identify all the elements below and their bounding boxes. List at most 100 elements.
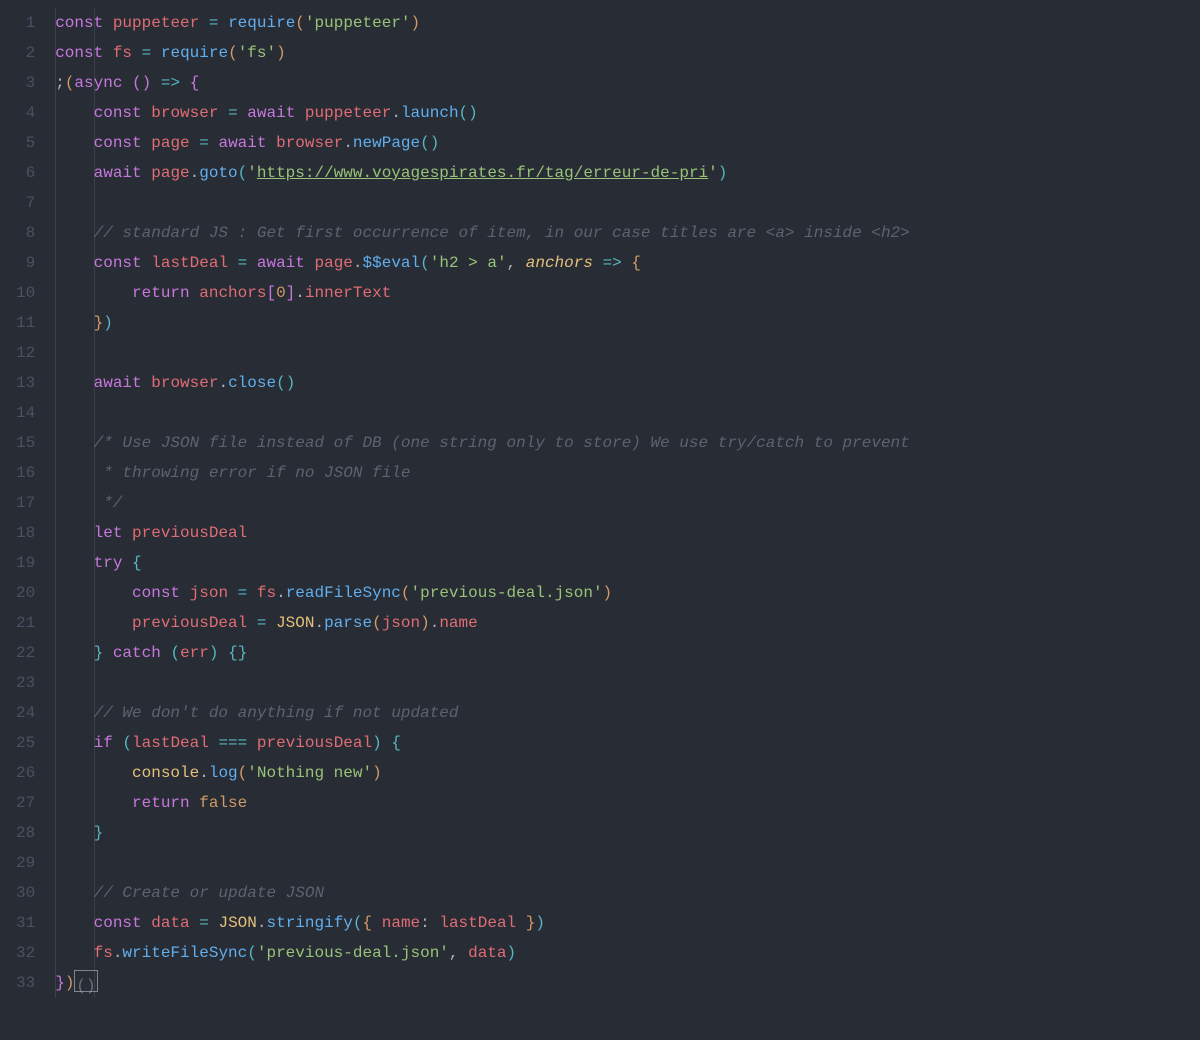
code-line[interactable]: console.log('Nothing new') — [55, 758, 1200, 788]
code-line[interactable]: previousDeal = JSON.parse(json).name — [55, 608, 1200, 638]
line-number: 16 — [16, 458, 47, 488]
token-kw: const — [94, 134, 142, 152]
code-line[interactable]: return anchors[0].innerText — [55, 278, 1200, 308]
code-line[interactable]: fs.writeFileSync('previous-deal.json', d… — [55, 938, 1200, 968]
token-op: = — [199, 914, 209, 932]
token-pun — [55, 164, 93, 182]
token-var: page — [151, 164, 189, 182]
code-line[interactable] — [55, 398, 1200, 428]
code-line[interactable]: let previousDeal — [55, 518, 1200, 548]
token-fn: close — [228, 374, 276, 392]
code-line[interactable]: const fs = require('fs') — [55, 38, 1200, 68]
token-pun — [142, 104, 152, 122]
token-brk1: ) — [411, 14, 421, 32]
line-number: 12 — [16, 338, 47, 368]
line-number: 33 — [16, 968, 47, 998]
token-pun — [142, 374, 152, 392]
token-pun — [142, 914, 152, 932]
code-line[interactable]: if (lastDeal === previousDeal) { — [55, 728, 1200, 758]
token-pun — [247, 584, 257, 602]
token-pun — [55, 134, 93, 152]
token-brk3: } — [94, 644, 104, 662]
token-kw: const — [94, 254, 142, 272]
line-number: 23 — [16, 668, 47, 698]
code-line[interactable]: /* Use JSON file instead of DB (one stri… — [55, 428, 1200, 458]
code-line[interactable]: } catch (err) {} — [55, 638, 1200, 668]
code-line[interactable]: const browser = await puppeteer.launch() — [55, 98, 1200, 128]
token-pun — [142, 254, 152, 272]
code-line[interactable]: * throwing error if no JSON file — [55, 458, 1200, 488]
token-kw: await — [247, 104, 295, 122]
token-pun — [55, 734, 93, 752]
code-line[interactable]: return false — [55, 788, 1200, 818]
code-area[interactable]: const puppeteer = require('puppeteer')co… — [55, 0, 1200, 1040]
code-line[interactable]: await page.goto('https://www.voyagespira… — [55, 158, 1200, 188]
token-pun — [180, 74, 190, 92]
code-line[interactable]: ;(async () => { — [55, 68, 1200, 98]
code-line[interactable] — [55, 848, 1200, 878]
token-kw: await — [218, 134, 266, 152]
token-var: fs — [257, 584, 276, 602]
token-pun — [55, 914, 93, 932]
line-number: 8 — [16, 218, 47, 248]
code-line[interactable]: }) — [55, 308, 1200, 338]
code-line[interactable]: })() — [55, 968, 1200, 998]
token-pun: . — [353, 254, 363, 272]
token-var: browser — [151, 104, 218, 122]
token-brk1: ( — [401, 584, 411, 602]
token-str: ' — [708, 164, 718, 182]
code-line[interactable]: // We don't do anything if not updated — [55, 698, 1200, 728]
token-kw: await — [257, 254, 305, 272]
token-brk3: ) — [430, 134, 440, 152]
token-op: === — [218, 734, 247, 752]
token-brk3: { — [228, 644, 238, 662]
code-line[interactable]: const puppeteer = require('puppeteer') — [55, 8, 1200, 38]
line-number: 13 — [16, 368, 47, 398]
code-line[interactable]: try { — [55, 548, 1200, 578]
url-string[interactable]: https://www.voyagespirates.fr/tag/erreur… — [257, 164, 708, 182]
token-var: previousDeal — [132, 524, 247, 542]
token-cmt: // standard JS : Get first occurrence of… — [94, 224, 910, 242]
token-fn: log — [209, 764, 238, 782]
token-brk1: { — [363, 914, 373, 932]
token-fn: $$eval — [363, 254, 421, 272]
code-line[interactable]: */ — [55, 488, 1200, 518]
token-str: 'Nothing new' — [247, 764, 372, 782]
token-pun — [372, 914, 382, 932]
code-line[interactable] — [55, 188, 1200, 218]
token-var: json — [382, 614, 420, 632]
token-pun — [55, 794, 132, 812]
token-pun — [55, 824, 93, 842]
token-pun — [55, 764, 132, 782]
code-line[interactable]: const data = JSON.stringify({ name: last… — [55, 908, 1200, 938]
line-number: 3 — [16, 68, 47, 98]
token-pun: , — [507, 254, 526, 272]
code-line[interactable] — [55, 668, 1200, 698]
line-number: 29 — [16, 848, 47, 878]
token-brk1: ) — [603, 584, 613, 602]
token-pun — [122, 74, 132, 92]
token-prop: name — [382, 914, 420, 932]
token-var: page — [315, 254, 353, 272]
code-line[interactable]: // standard JS : Get first occurrence of… — [55, 218, 1200, 248]
code-line[interactable] — [55, 338, 1200, 368]
token-pun — [55, 314, 93, 332]
token-var: browser — [151, 374, 218, 392]
token-pun: . — [343, 134, 353, 152]
code-line[interactable]: const lastDeal = await page.$$eval('h2 >… — [55, 248, 1200, 278]
code-line[interactable]: await browser.close() — [55, 368, 1200, 398]
line-number: 15 — [16, 428, 47, 458]
token-op: = — [228, 104, 238, 122]
token-cmt: /* Use JSON file instead of DB (one stri… — [94, 434, 910, 452]
token-pun — [382, 734, 392, 752]
code-line[interactable]: const page = await browser.newPage() — [55, 128, 1200, 158]
code-line[interactable]: const json = fs.readFileSync('previous-d… — [55, 578, 1200, 608]
token-pun: . — [113, 944, 123, 962]
token-pun — [247, 254, 257, 272]
code-line[interactable]: } — [55, 818, 1200, 848]
token-pun — [190, 134, 200, 152]
code-line[interactable]: // Create or update JSON — [55, 878, 1200, 908]
token-pun — [218, 644, 228, 662]
code-editor[interactable]: 1234567891011121314151617181920212223242… — [0, 0, 1200, 1040]
token-var: fs — [113, 44, 132, 62]
